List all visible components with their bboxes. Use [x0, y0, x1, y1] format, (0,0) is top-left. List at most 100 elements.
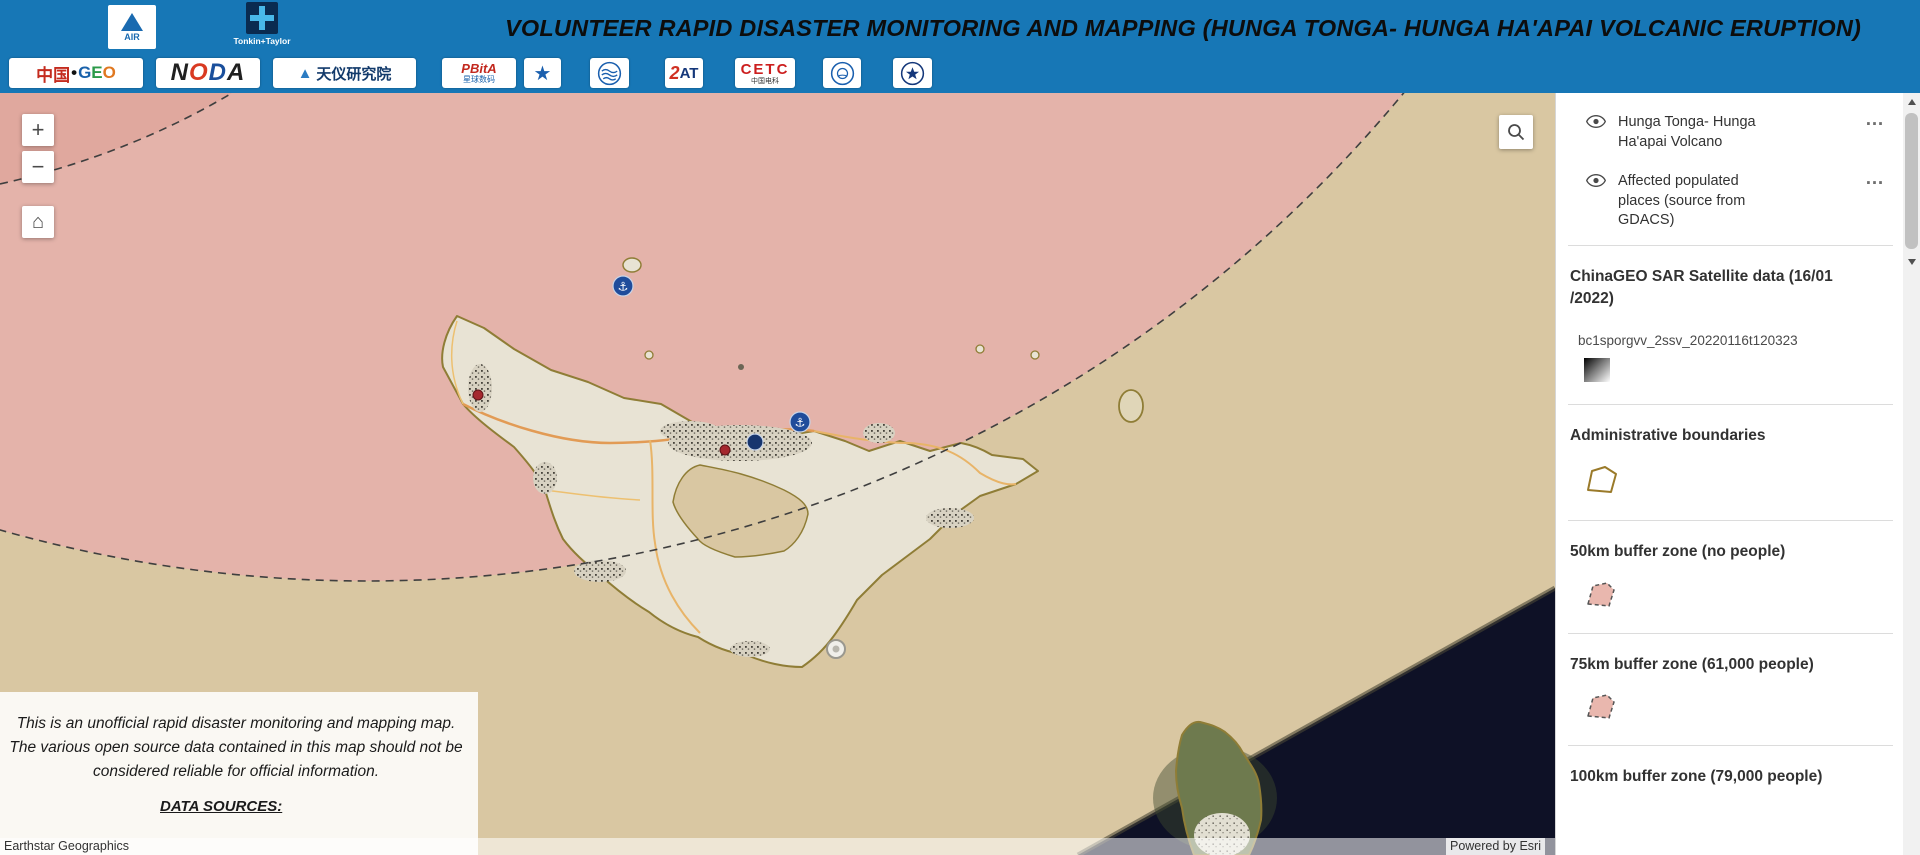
- admin-boundary-swatch: [1584, 463, 1853, 502]
- disclaimer-text: This is an unofficial rapid disaster mon…: [8, 712, 464, 784]
- populated-place-marker[interactable]: [747, 434, 763, 450]
- affected-place-marker-west[interactable]: [473, 390, 483, 400]
- legend-section-title: 75km buffer zone (61,000 people): [1570, 654, 1853, 676]
- noda-o: O: [189, 59, 209, 87]
- noda-n: N: [171, 59, 189, 87]
- zoom-in-button[interactable]: +: [22, 114, 54, 146]
- star-emblem-logo: ★: [524, 58, 561, 88]
- page-scrollbar[interactable]: [1903, 93, 1920, 855]
- urban-peninsula: [468, 364, 492, 412]
- air-logo-label: AIR: [124, 32, 140, 42]
- tonkin-taylor-icon: [246, 2, 278, 34]
- powered-by-esri: Powered by Esri: [1446, 838, 1545, 855]
- layer-label: Hunga Tonga- Hunga Ha'apai Volcano: [1618, 113, 1776, 152]
- two-at-logo: 2AT: [665, 58, 703, 88]
- two-at-at: AT: [680, 65, 699, 82]
- pbita-logo: PBitA 星球数码: [442, 58, 516, 88]
- star-icon: ★: [534, 61, 552, 86]
- chinageo-dot: •: [71, 63, 77, 83]
- arrow-up-icon: [1908, 99, 1916, 105]
- attribution-text: Earthstar Geographics: [4, 838, 129, 855]
- urban-west-suburb: [660, 421, 720, 441]
- legend-section-buffer100: 100km buffer zone (79,000 people): [1556, 746, 1903, 804]
- home-button[interactable]: ⌂: [22, 206, 54, 238]
- page-title: VOLUNTEER RAPID DISASTER MONITORING AND …: [505, 0, 1916, 56]
- visibility-eye-icon[interactable]: [1586, 115, 1606, 133]
- chinageo-e: E: [91, 63, 102, 83]
- scroll-up-button[interactable]: [1903, 93, 1920, 110]
- zoom-out-button[interactable]: −: [22, 151, 54, 183]
- buffer75-swatch: [1584, 692, 1853, 727]
- sar-layer-name: bc1sporgvv_2ssv_20220116t120323: [1570, 333, 1853, 348]
- buffer50-swatch: [1584, 580, 1853, 615]
- chinageo-logo: 中国•GEO: [9, 58, 143, 88]
- cetc-label: CETC: [741, 62, 790, 77]
- svg-text:⚓: ⚓: [618, 280, 629, 294]
- round-emblem-logo: [823, 58, 861, 88]
- legend-section-title: 50km buffer zone (no people): [1570, 541, 1853, 563]
- chinageo-o: O: [103, 63, 116, 83]
- anchor-marker-north[interactable]: ⚓: [613, 276, 633, 296]
- pbita-label: PBitA: [461, 62, 496, 76]
- legend-section-admin: Administrative boundaries: [1556, 405, 1903, 520]
- tianyi-logo: ▲ 天仪研究院: [273, 58, 416, 88]
- pbita-sublabel: 星球数码: [463, 76, 495, 84]
- chinageo-zh: 中国: [36, 61, 70, 86]
- poi-marker-south[interactable]: [827, 640, 845, 658]
- disclaimer-panel: This is an unofficial rapid disaster mon…: [0, 692, 478, 855]
- legend-section-buffer75: 75km buffer zone (61,000 people): [1556, 634, 1903, 745]
- wave-icon: [597, 61, 622, 86]
- cetc-logo: CETC 中国电科: [735, 58, 795, 88]
- scroll-down-button[interactable]: [1903, 253, 1920, 270]
- islet-small-2: [976, 345, 984, 353]
- star-circle-emblem-logo: [893, 58, 932, 88]
- layer-options-button[interactable]: …: [1859, 172, 1891, 186]
- islet-outline-east: [1119, 390, 1143, 422]
- layer-label: Affected populated places (source from G…: [1618, 172, 1776, 231]
- visibility-eye-icon[interactable]: [1586, 174, 1606, 192]
- air-logo: AIR: [108, 5, 156, 49]
- legend-section-title: 100km buffer zone (79,000 people): [1570, 766, 1853, 788]
- map-container[interactable]: ⚓ ⚓ + − ⌂ This is an unofficial rapid di…: [0, 93, 1555, 855]
- data-sources-link[interactable]: DATA SOURCES:: [8, 798, 464, 815]
- anchor-marker-harbour[interactable]: ⚓: [790, 412, 810, 432]
- chinageo-g: G: [78, 63, 91, 83]
- app-header: AIR Tonkin+Taylor VOLUNTEER RAPID DISAST…: [0, 0, 1920, 93]
- urban-north-east: [863, 423, 895, 443]
- cetc-sublabel: 中国电科: [751, 78, 779, 85]
- air-logo-icon: [121, 13, 143, 31]
- star-circle-icon: [900, 61, 925, 86]
- legend-panel: Hunga Tonga- Hunga Ha'apai Volcano … Aff…: [1555, 93, 1903, 855]
- partner-logo-row: 中国•GEO NODA ▲ 天仪研究院 PBitA 星球数码 ★ 2AT: [0, 54, 1920, 93]
- layer-item-affected-places[interactable]: Affected populated places (source from G…: [1556, 166, 1903, 245]
- search-button[interactable]: [1499, 115, 1533, 149]
- search-icon: [1507, 123, 1525, 141]
- noda-d: D: [209, 59, 227, 87]
- urban-south: [730, 641, 770, 657]
- tianyi-triangle-icon: ▲: [298, 65, 313, 82]
- urban-west-coast: [533, 462, 557, 494]
- noda-logo: NODA: [156, 58, 260, 88]
- legend-section-title: Administrative boundaries: [1570, 425, 1853, 447]
- islet-small-1: [645, 351, 653, 359]
- islet-rock-1: [738, 364, 744, 370]
- attribution-bar: Earthstar Geographics Powered by Esri: [0, 838, 1555, 855]
- two-at-2: 2: [670, 63, 680, 84]
- sar-gradient-swatch: [1584, 358, 1610, 382]
- layer-options-button[interactable]: …: [1859, 113, 1891, 127]
- svg-text:⚓: ⚓: [795, 416, 806, 430]
- layer-item-volcano[interactable]: Hunga Tonga- Hunga Ha'apai Volcano …: [1556, 93, 1903, 166]
- zoom-controls: + −: [22, 114, 54, 183]
- islet-north: [623, 258, 641, 272]
- legend-section-buffer50: 50km buffer zone (no people): [1556, 521, 1903, 632]
- arrow-down-icon: [1908, 259, 1916, 265]
- scrollbar-thumb[interactable]: [1905, 113, 1918, 249]
- noda-a: A: [227, 59, 245, 87]
- legend-section-sar: ChinaGEO SAR Satellite data (16/01 /2022…: [1556, 246, 1903, 404]
- islet-small-3: [1031, 351, 1039, 359]
- tonkin-taylor-label: Tonkin+Taylor: [233, 36, 290, 46]
- round-emblem-icon: [830, 61, 855, 86]
- urban-east: [926, 508, 974, 528]
- tonkin-taylor-logo: Tonkin+Taylor: [220, 2, 304, 52]
- affected-place-marker-city[interactable]: [720, 445, 730, 455]
